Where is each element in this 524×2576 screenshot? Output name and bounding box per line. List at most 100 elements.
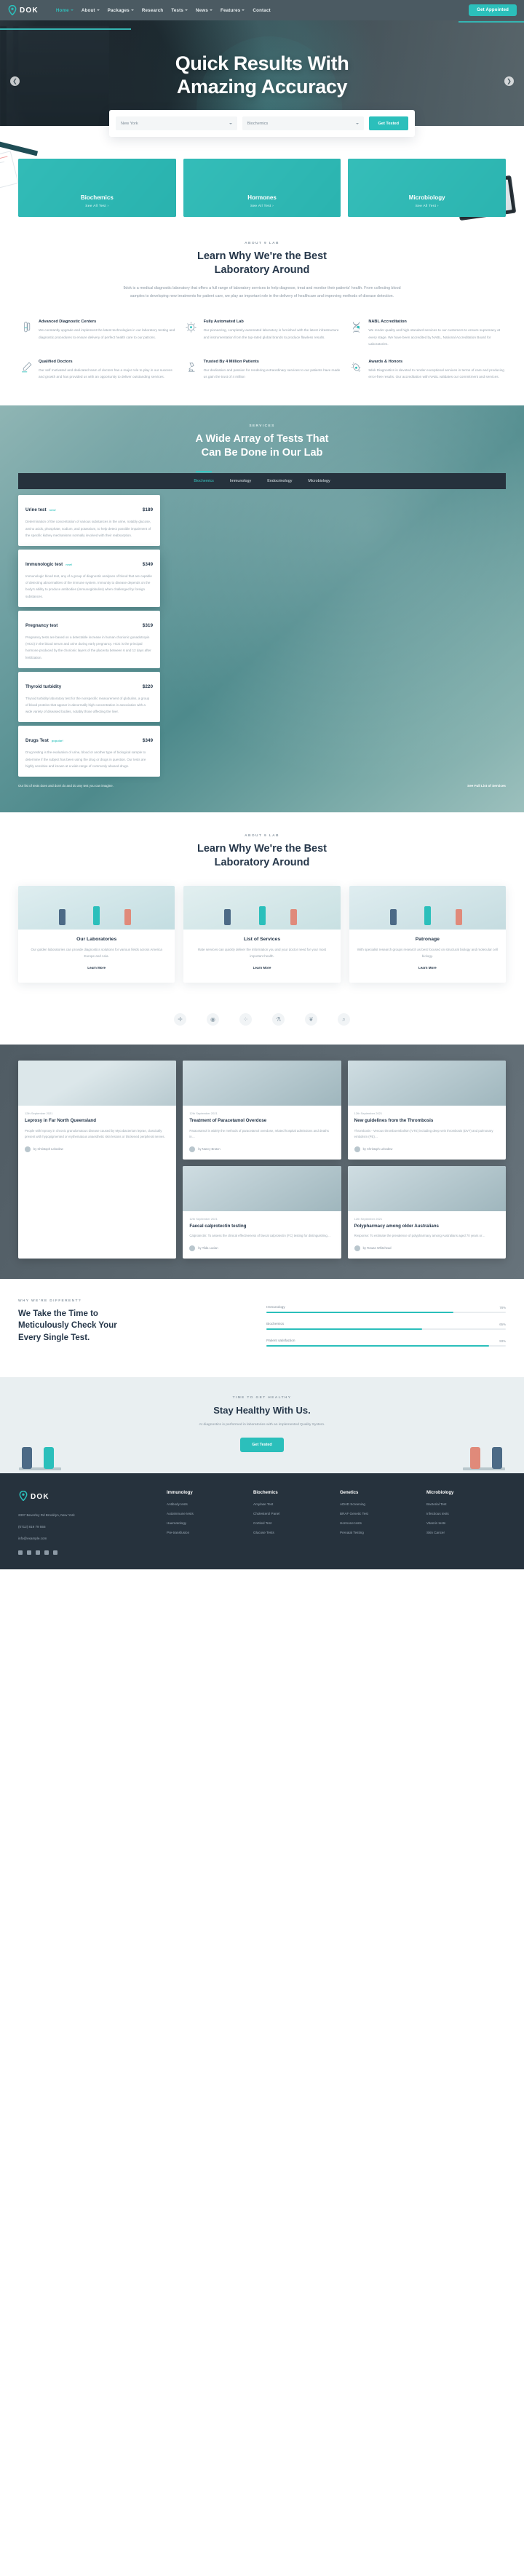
cta-section: TIME TO GET HEALTHY Stay Healthy With Us…	[0, 1376, 524, 1473]
footer-link[interactable]: Amylase Test	[253, 1502, 333, 1506]
test-description: Pregnancy tests are based on a detectabl…	[25, 635, 151, 659]
carousel-prev-icon[interactable]: ❮	[10, 76, 20, 86]
tests-header: SERVICES A Wide Array of Tests That Can B…	[0, 424, 524, 460]
nav-item-label: Tests	[171, 7, 184, 13]
footer-link[interactable]: Infectious tests	[426, 1512, 506, 1515]
news-author: by Christoph Lebedew	[25, 1146, 170, 1152]
lab-card[interactable]: Our Laboratories Our golden laboratories…	[18, 885, 175, 983]
lab-card[interactable]: Patronage With specialist research group…	[349, 885, 506, 983]
news-card[interactable]: 12th September 2021 Faecal calprotectin …	[183, 1165, 341, 1259]
test-badge: popular!	[51, 739, 63, 743]
footer-column: Biochemics Amylase Test Cholesterol Panel…	[253, 1491, 333, 1555]
nav-item-tests[interactable]: Tests	[171, 8, 188, 13]
tab-endocrinology[interactable]: Endocrinology	[267, 475, 292, 488]
news-card-body: 12th September 2021 Leprosy in Far North…	[18, 1106, 176, 1160]
location-select[interactable]: New York	[116, 116, 237, 130]
tab-biochemics[interactable]: Biochemics	[194, 475, 214, 488]
facebook-icon[interactable]	[53, 1550, 57, 1555]
get-appointed-button[interactable]: Get Appointed	[469, 4, 517, 16]
service-cards-section: Biochemics See All Test › Hormones See A…	[0, 137, 524, 236]
stats-text: WHY WE'RE DIFFERENT? We Take the Time to…	[18, 1299, 246, 1355]
nav-item-packages[interactable]: Packages	[108, 8, 134, 13]
footer-phone[interactable]: (0712) 819 79 555	[18, 1525, 155, 1529]
nav-item-contact[interactable]: Contact	[253, 8, 270, 13]
see-full-list-link[interactable]: See Full List of Services	[467, 784, 506, 788]
service-card[interactable]: Microbiology See All Test ›	[348, 159, 507, 217]
get-tested-button[interactable]: Get Tested	[368, 116, 408, 130]
page-root: DOK Home About Packages Research Tests N…	[0, 0, 524, 1569]
footer-link[interactable]: Bacterial Test	[426, 1502, 506, 1506]
lab-card-learn-more-link[interactable]: Learn More	[87, 966, 106, 970]
tab-immunology[interactable]: Immunology	[230, 475, 251, 488]
service-card[interactable]: Hormones See All Test ›	[183, 159, 341, 217]
test-description: Immunologic blood test, any of a group o…	[25, 574, 152, 598]
linkedin-icon[interactable]	[36, 1550, 40, 1555]
footer-link[interactable]: Antibody tests	[167, 1502, 246, 1506]
test-card[interactable]: Pregnancy test $319 Pregnancy tests are …	[18, 610, 160, 668]
test-card[interactable]: Immunologic test new! $349 Immunologic bl…	[18, 550, 160, 607]
nav-item-about[interactable]: About	[82, 8, 100, 13]
news-card[interactable]: 12th September 2021 New guidelines from …	[347, 1061, 506, 1160]
footer-link[interactable]: ADHD Screening	[340, 1502, 419, 1506]
carousel-next-icon[interactable]: ❯	[504, 76, 514, 86]
skype-icon[interactable]	[27, 1550, 31, 1555]
news-card-body: 12th September 2021 Polypharmacy among o…	[348, 1211, 506, 1259]
service-card-link[interactable]: See All Test ›	[250, 205, 274, 208]
nav-item-news[interactable]: News	[196, 8, 213, 13]
news-card[interactable]: 12th September 2021 Polypharmacy among o…	[347, 1165, 506, 1259]
news-card[interactable]: 12th September 2021 Leprosy in Far North…	[18, 1061, 177, 1259]
footer-link[interactable]: BRAF Genetic Test	[340, 1512, 419, 1515]
service-card-link[interactable]: See All Test ›	[85, 205, 108, 208]
news-date: 12th September 2021	[25, 1111, 53, 1116]
lab-card-learn-more-link[interactable]: Learn More	[418, 966, 437, 970]
footer-link[interactable]: Hormone tests	[340, 1521, 419, 1525]
nav-item-home[interactable]: Home	[56, 8, 74, 13]
footer-link[interactable]: Haematology	[167, 1521, 246, 1525]
footer-logo[interactable]: DOK	[18, 1490, 155, 1503]
cta-get-tested-button[interactable]: Get Tested	[240, 1437, 284, 1452]
footer-link[interactable]: Skin Cancer	[426, 1531, 506, 1534]
youtube-icon[interactable]	[44, 1550, 49, 1555]
footer-link[interactable]: Prenatal Testing	[340, 1531, 419, 1534]
service-card-link[interactable]: See All Test ›	[416, 205, 439, 208]
test-tube-icon	[19, 320, 33, 348]
feature-title: Awards & Honors	[368, 359, 403, 364]
service-card[interactable]: Biochemics See All Test ›	[18, 159, 176, 217]
footer-column-title: Immunology	[167, 1490, 193, 1495]
test-price: $319	[142, 622, 153, 628]
footer-link[interactable]: Autoimmune tests	[167, 1512, 246, 1515]
footer-link[interactable]: Cholesterol Panel	[253, 1512, 333, 1515]
avatar	[189, 1245, 196, 1251]
lab-card[interactable]: List of Services Rate services can quick…	[183, 885, 341, 983]
tab-microbiology[interactable]: Microbiology	[308, 475, 330, 488]
site-logo[interactable]: DOK	[7, 5, 39, 15]
dna-icon	[349, 320, 363, 348]
footer-link[interactable]: Glucose Tests	[253, 1531, 333, 1534]
test-card[interactable]: Urine test new! $189 Determination of the…	[18, 495, 160, 547]
labs-title-line1: Learn Why We're the Best	[196, 843, 328, 855]
about-title-line1: Learn Why We're the Best	[196, 250, 328, 262]
nav-item-features[interactable]: Features	[221, 8, 245, 13]
lab-card-body: List of Services Rate services can quick…	[183, 930, 340, 983]
lab-card-learn-more-link[interactable]: Learn More	[253, 966, 271, 970]
footer-link[interactable]: Cortisol Test	[253, 1521, 333, 1525]
hero-title-line1: Quick Results With	[175, 52, 349, 74]
test-price: $349	[142, 562, 153, 568]
about-section: ABOUT 9 LAB Learn Why We're the Best Labo…	[0, 236, 524, 406]
search-form: New York Biochemics Get Tested	[109, 110, 415, 137]
chevron-down-icon	[355, 122, 359, 124]
feature-title: Qualified Doctors	[39, 359, 73, 364]
about-title-line2: Laboratory Around	[214, 263, 310, 276]
test-card[interactable]: Drugs Test popular! $349 Drug testing is …	[18, 726, 160, 777]
news-card-body: 12th September 2021 Treatment of Paracet…	[183, 1106, 341, 1160]
test-description: Drug testing is the evaluation of urine,…	[25, 750, 146, 768]
test-card[interactable]: Thyroid turbidity $220 Thyroid turbidity…	[18, 671, 160, 723]
lab-card-illustration	[18, 885, 175, 930]
category-select[interactable]: Biochemics	[242, 116, 364, 130]
footer-link[interactable]: Pre-transfusion	[167, 1531, 246, 1534]
footer-email[interactable]: info@example.com	[18, 1537, 155, 1540]
footer-link[interactable]: Vitamin tests	[426, 1521, 506, 1525]
news-card[interactable]: 12th September 2021 Treatment of Paracet…	[183, 1061, 341, 1160]
twitter-icon[interactable]	[18, 1550, 23, 1555]
nav-item-research[interactable]: Research	[142, 8, 163, 13]
